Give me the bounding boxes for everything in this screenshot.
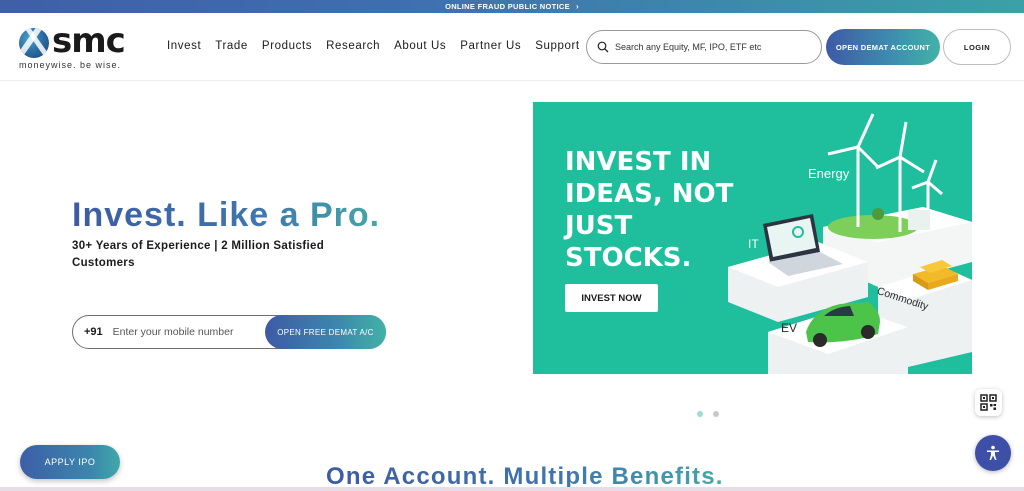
nav-item-research[interactable]: Research — [326, 40, 380, 52]
banner-headline: INVEST IN IDEAS, NOT JUST STOCKS. — [565, 147, 734, 273]
notice-text[interactable]: ONLINE FRAUD PUBLIC NOTICE — [445, 2, 570, 11]
login-button[interactable]: LOGIN — [943, 29, 1011, 65]
mobile-number-input[interactable] — [112, 326, 263, 338]
accessibility-button[interactable] — [975, 435, 1011, 471]
open-free-demat-button[interactable]: OPEN FREE DEMAT A/C — [265, 315, 386, 349]
nav-item-support[interactable]: Support — [535, 40, 579, 52]
hero-subtitle: 30+ Years of Experience | 2 Million Sati… — [72, 240, 325, 269]
nav-item-trade[interactable]: Trade — [215, 40, 248, 52]
nav-item-about-us[interactable]: About Us — [394, 40, 446, 52]
open-demat-account-button[interactable]: OPEN DEMAT ACCOUNT — [826, 29, 940, 65]
accessibility-icon — [987, 445, 999, 460]
bottom-divider — [0, 487, 1024, 491]
nav-item-products[interactable]: Products — [262, 40, 312, 52]
site-header: smc moneywise. be wise. Invest Trade Pro… — [0, 13, 1024, 81]
logo-wordmark: smc — [52, 21, 126, 61]
banner-label-energy: Energy — [808, 166, 850, 181]
hero-title: Invest. Like a Pro. — [72, 196, 381, 234]
nav-item-invest[interactable]: Invest — [167, 40, 201, 52]
qr-code-button[interactable] — [975, 389, 1002, 416]
fraud-notice-bar[interactable]: ONLINE FRAUD PUBLIC NOTICE › — [0, 0, 1024, 13]
smc-logo[interactable]: smc moneywise. be wise. — [19, 21, 135, 70]
search-input[interactable] — [615, 42, 805, 52]
nav-item-partner-us[interactable]: Partner Us — [460, 40, 521, 52]
qr-code-icon — [980, 394, 997, 411]
promo-banner[interactable]: INVEST IN IDEAS, NOT JUST STOCKS. INVEST… — [533, 102, 972, 374]
carousel-dots — [697, 411, 719, 417]
chevron-right-icon: › — [575, 2, 579, 11]
search-box[interactable] — [586, 30, 822, 64]
main-nav: Invest Trade Products Research About Us … — [167, 40, 594, 52]
globe-logo-icon — [19, 28, 49, 58]
search-icon — [597, 41, 609, 53]
apply-ipo-button[interactable]: APPLY IPO — [20, 445, 120, 479]
sector-illustration — [728, 113, 972, 374]
mobile-signup-form: +91 OPEN FREE DEMAT A/C — [72, 315, 386, 349]
carousel-dot-1[interactable] — [697, 411, 703, 417]
carousel-dot-2[interactable] — [713, 411, 719, 417]
country-code: +91 — [84, 326, 103, 338]
invest-now-button[interactable]: INVEST NOW — [565, 284, 658, 312]
logo-tagline: moneywise. be wise. — [19, 60, 122, 70]
banner-label-it: IT — [748, 237, 759, 251]
banner-label-ev: EV — [781, 321, 798, 335]
